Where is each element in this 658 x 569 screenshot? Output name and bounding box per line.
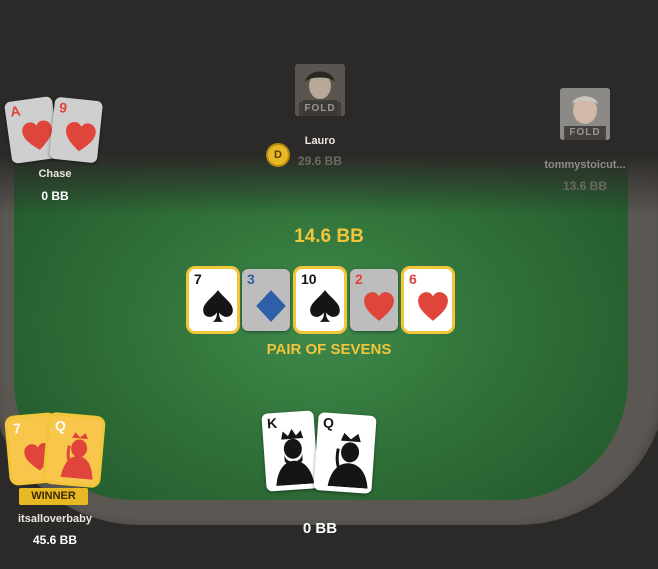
card-rank: 7 [12, 420, 22, 437]
heart-icon [362, 290, 396, 329]
winner-badge: WINNER [19, 488, 88, 505]
heart-icon [416, 290, 450, 329]
player-name: tommystoicut... [544, 159, 626, 171]
player-name: Lauro [304, 135, 336, 147]
heart-icon [61, 119, 99, 161]
hole-card: K [261, 410, 319, 492]
queen-face-icon [323, 426, 375, 494]
diamond-icon [254, 288, 288, 329]
card-rank: 9 [58, 99, 68, 116]
dealer-button: D [268, 145, 288, 165]
hole-card: Q [45, 414, 103, 486]
board-card: 6 [404, 269, 452, 331]
pot-amount: 14.6 BB [294, 226, 364, 247]
player-stack: 0 BB [41, 189, 69, 203]
hole-card: 9 [48, 96, 104, 164]
player-name: Chase [38, 168, 72, 180]
player-name: itsalloverbaby [18, 513, 92, 525]
board-card: 3 [242, 269, 290, 331]
player-stack: 0 BB [302, 520, 338, 537]
board-card: 2 [350, 269, 398, 331]
card-rank: 2 [355, 271, 363, 287]
player-stack: 29.6 BB [297, 154, 343, 168]
fold-badge: FOLD [299, 102, 341, 116]
card-rank: 7 [194, 271, 202, 287]
avatar: FOLD [560, 88, 610, 140]
queen-face-icon [56, 427, 101, 485]
spade-icon [201, 288, 235, 329]
card-rank: 10 [301, 271, 317, 287]
board-card: 10 [296, 269, 344, 331]
card-rank: 6 [409, 271, 417, 287]
player-stack: 13.6 BB [562, 179, 608, 193]
king-face-icon [268, 423, 318, 491]
fold-badge: FOLD [564, 126, 606, 140]
avatar: FOLD [295, 64, 345, 116]
board-card: 7 [189, 269, 237, 331]
card-rank: 3 [247, 271, 255, 287]
hole-card: Q [313, 412, 377, 494]
winning-hand-name: PAIR OF SEVENS [266, 341, 392, 358]
player-stack: 45.6 BB [32, 533, 78, 547]
card-rank: A [9, 102, 22, 120]
spade-icon [308, 288, 342, 329]
